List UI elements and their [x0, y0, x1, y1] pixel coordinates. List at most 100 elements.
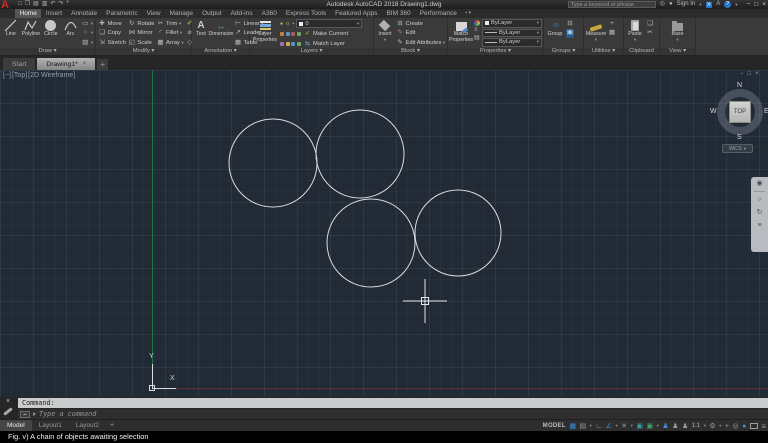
lineweight-combo[interactable]: ByLayer ▾: [482, 29, 542, 38]
array-button[interactable]: ▦ Array ▾: [156, 38, 183, 48]
isolate-objects-toggle[interactable]: ◎: [732, 421, 738, 432]
layout-tab-model[interactable]: Model: [0, 420, 32, 431]
panel-label-draw[interactable]: Draw ▾: [0, 48, 95, 55]
color-wheel-icon[interactable]: [474, 20, 480, 26]
viewcube-south[interactable]: S: [737, 134, 742, 141]
workspace-gear-icon[interactable]: ⚙: [709, 421, 715, 432]
ribbon-tab-output[interactable]: Output: [198, 9, 227, 18]
measure-button[interactable]: Measure ▾: [586, 19, 606, 42]
ribbon-tab-parametric[interactable]: Parametric: [102, 9, 142, 18]
block-create-button[interactable]: ⊞ Create: [396, 19, 445, 29]
drawn-circle-1[interactable]: [229, 119, 317, 207]
object-snap-tracking-toggle[interactable]: ▣: [636, 421, 643, 432]
dimension-button[interactable]: ↔ Dimension: [210, 19, 232, 38]
undo-icon[interactable]: ↶: [50, 0, 55, 9]
ribbon-tab-express-tools[interactable]: Express Tools: [281, 9, 330, 18]
layout-tab-layout1[interactable]: Layout1: [32, 420, 69, 431]
autocad-logo-icon[interactable]: A: [1, 0, 14, 12]
list-icon[interactable]: ≡: [474, 27, 480, 34]
layer-thaw-icon[interactable]: ☼: [285, 21, 291, 27]
navigation-bar[interactable]: ◉ ○ ↻ ≡: [751, 177, 768, 252]
scale-button[interactable]: ◱ Scale: [128, 38, 155, 48]
panel-label-clipboard[interactable]: Clipboard: [624, 48, 659, 55]
panel-label-modify[interactable]: Modify ▾: [96, 48, 191, 55]
make-current-button[interactable]: ✓ Make Current: [304, 29, 349, 39]
match-layer-button[interactable]: ⇆ Match Layer: [304, 39, 345, 49]
sign-in-caret-icon[interactable]: ▾: [699, 3, 701, 7]
command-customize-icon[interactable]: [3, 407, 13, 416]
iso-caret-icon[interactable]: ▾: [631, 423, 633, 429]
command-close-icon[interactable]: ×: [6, 397, 10, 407]
group-button[interactable]: ○○ Group: [546, 19, 564, 38]
quick-select-button[interactable]: +: [608, 19, 616, 29]
panel-label-layers[interactable]: Layers ▾: [250, 48, 373, 55]
plot-icon[interactable]: ▥: [42, 0, 48, 9]
layer-on-icon[interactable]: ●: [280, 21, 283, 27]
new-icon[interactable]: □: [18, 0, 22, 9]
ungroup-button[interactable]: ⊟: [566, 19, 574, 29]
fillet-button[interactable]: ◜ Fillet ▾: [156, 29, 183, 39]
file-tab-start[interactable]: Start: [3, 58, 35, 70]
viewcube-west[interactable]: W: [710, 108, 717, 115]
window-minimize-button[interactable]: −: [746, 1, 750, 8]
search-input[interactable]: [568, 1, 656, 8]
drawn-circle-2[interactable]: [316, 110, 404, 198]
viewcube-north[interactable]: N: [737, 82, 742, 89]
help-caret-icon[interactable]: ▾: [735, 3, 737, 7]
zoom-icon[interactable]: ↻: [754, 208, 765, 218]
customization-menu-icon[interactable]: ≡: [761, 421, 766, 432]
scale-caret-icon[interactable]: ▾: [704, 423, 706, 429]
object-snap-toggle[interactable]: ▣: [647, 421, 654, 432]
viewcube-top-face[interactable]: TOP: [729, 101, 751, 123]
ribbon-tab-view[interactable]: View: [142, 9, 165, 18]
new-drawing-tab-button[interactable]: +: [97, 59, 108, 70]
wcs-menu[interactable]: WCS ▾: [722, 144, 753, 153]
polar-caret-icon[interactable]: ▾: [615, 423, 617, 429]
ortho-mode-toggle[interactable]: ∟: [595, 421, 602, 432]
layer-select-combo[interactable]: 0 ▾: [296, 19, 362, 28]
annotation-visibility-toggle[interactable]: ♟: [662, 421, 668, 432]
ribbon-tab-bim360[interactable]: BIM 360: [382, 9, 415, 18]
viewcube-east[interactable]: E: [764, 108, 768, 115]
quick-calc-button[interactable]: ▦: [608, 29, 616, 39]
circle-button[interactable]: Circle: [42, 19, 60, 38]
drawn-circle-3[interactable]: [327, 199, 415, 287]
annotation-scale-icon[interactable]: ♟: [682, 421, 688, 432]
move-button[interactable]: ✚ Move: [98, 19, 126, 29]
linetype-combo[interactable]: ByLayer ▾: [482, 38, 542, 47]
ribbon-tab-annotate[interactable]: Annotate: [67, 9, 102, 18]
panel-label-block[interactable]: Block ▾: [374, 48, 447, 55]
polar-tracking-toggle[interactable]: ∠: [606, 421, 612, 432]
pan-icon[interactable]: ○: [754, 195, 765, 205]
layout-tab-layout2[interactable]: Layout2: [69, 420, 106, 431]
gear-caret-icon[interactable]: ▾: [719, 423, 721, 429]
paste-button[interactable]: Paste ▾: [626, 19, 644, 42]
exchange-icon[interactable]: X: [706, 2, 713, 8]
trim-button[interactable]: ✂ Trim ▾: [156, 19, 183, 29]
panel-label-properties[interactable]: Properties ▾: [448, 48, 543, 55]
text-button[interactable]: A Text: [194, 19, 208, 38]
save-icon[interactable]: ▤: [33, 0, 39, 9]
layer-lock-icon[interactable]: ▪: [293, 21, 295, 27]
panel-label-groups[interactable]: Groups ▾: [544, 48, 583, 55]
transparency-icon[interactable]: ▤: [474, 35, 480, 42]
snap-caret-icon[interactable]: ▾: [590, 423, 592, 429]
rectangle-tool-button[interactable]: ▭ ▾: [81, 19, 93, 29]
new-layout-button[interactable]: +: [106, 422, 118, 429]
file-tab-close-icon[interactable]: ×: [83, 61, 87, 67]
match-properties-button[interactable]: Match Properties: [450, 19, 472, 43]
drawing-canvas[interactable]: [−] [Top] [2D Wireframe] − □ × Y X N S W…: [0, 70, 768, 397]
copy-button[interactable]: ❏ Copy: [98, 29, 126, 39]
osnap-caret-icon[interactable]: ▾: [657, 423, 659, 429]
qat-caret-icon[interactable]: ▾: [66, 0, 68, 9]
autodesk-app-icon[interactable]: A: [716, 1, 720, 8]
insert-button[interactable]: Insert ▾: [376, 19, 394, 42]
isometric-drafting-toggle[interactable]: ✕: [621, 421, 627, 432]
hatch-tool-button[interactable]: ▨ ▾: [81, 38, 93, 48]
layer-state-icons[interactable]: [280, 32, 301, 36]
autoscale-toggle[interactable]: ♟: [672, 421, 678, 432]
panel-label-utilities[interactable]: Utilities ▾: [584, 48, 623, 55]
annotation-scale-value[interactable]: 1:1: [692, 423, 700, 429]
customization-plus-icon[interactable]: +: [725, 421, 729, 432]
edit-attributes-button[interactable]: ✎ Edit Attributes ▾: [396, 38, 445, 48]
